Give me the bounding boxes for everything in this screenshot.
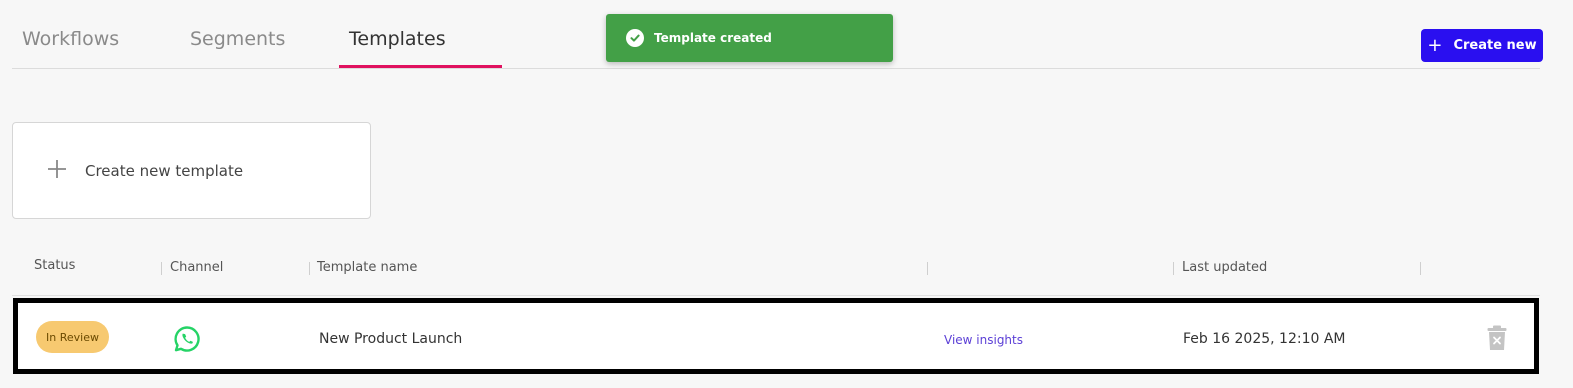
plus-icon bbox=[47, 159, 67, 183]
status-badge: In Review bbox=[36, 321, 109, 353]
column-divider bbox=[1173, 262, 1174, 275]
column-header-template-name: Template name bbox=[317, 260, 418, 275]
tab-segments[interactable]: Segments bbox=[190, 28, 285, 68]
create-new-template-label: Create new template bbox=[85, 161, 244, 180]
column-divider bbox=[927, 262, 928, 275]
create-new-label: Create new bbox=[1453, 38, 1537, 53]
plus-icon: + bbox=[1427, 34, 1443, 56]
trash-icon[interactable] bbox=[1487, 325, 1507, 355]
column-divider bbox=[161, 262, 162, 275]
toast-message: Template created bbox=[654, 31, 772, 45]
template-name: New Product Launch bbox=[319, 331, 463, 347]
column-header-channel: Channel bbox=[170, 260, 224, 275]
view-insights-link[interactable]: View insights bbox=[944, 333, 1023, 347]
column-header-last-updated: Last updated bbox=[1182, 260, 1268, 275]
tab-templates[interactable]: Templates bbox=[349, 28, 446, 68]
toast-notification: Template created bbox=[606, 14, 893, 62]
tab-workflows[interactable]: Workflows bbox=[22, 28, 119, 68]
last-updated-value: Feb 16 2025, 12:10 AM bbox=[1183, 331, 1346, 347]
column-divider bbox=[1420, 262, 1421, 275]
create-new-template-card[interactable]: Create new template bbox=[12, 122, 371, 219]
table-row[interactable]: In Review New Product Launch View insigh… bbox=[13, 298, 1539, 374]
check-circle-icon bbox=[626, 29, 644, 47]
create-new-button[interactable]: + Create new bbox=[1421, 29, 1543, 62]
table-header: Status Channel Template name Last update… bbox=[12, 250, 1540, 296]
column-divider bbox=[309, 262, 310, 275]
column-header-status: Status bbox=[34, 258, 76, 273]
whatsapp-icon bbox=[173, 325, 201, 357]
active-tab-indicator bbox=[339, 65, 502, 68]
